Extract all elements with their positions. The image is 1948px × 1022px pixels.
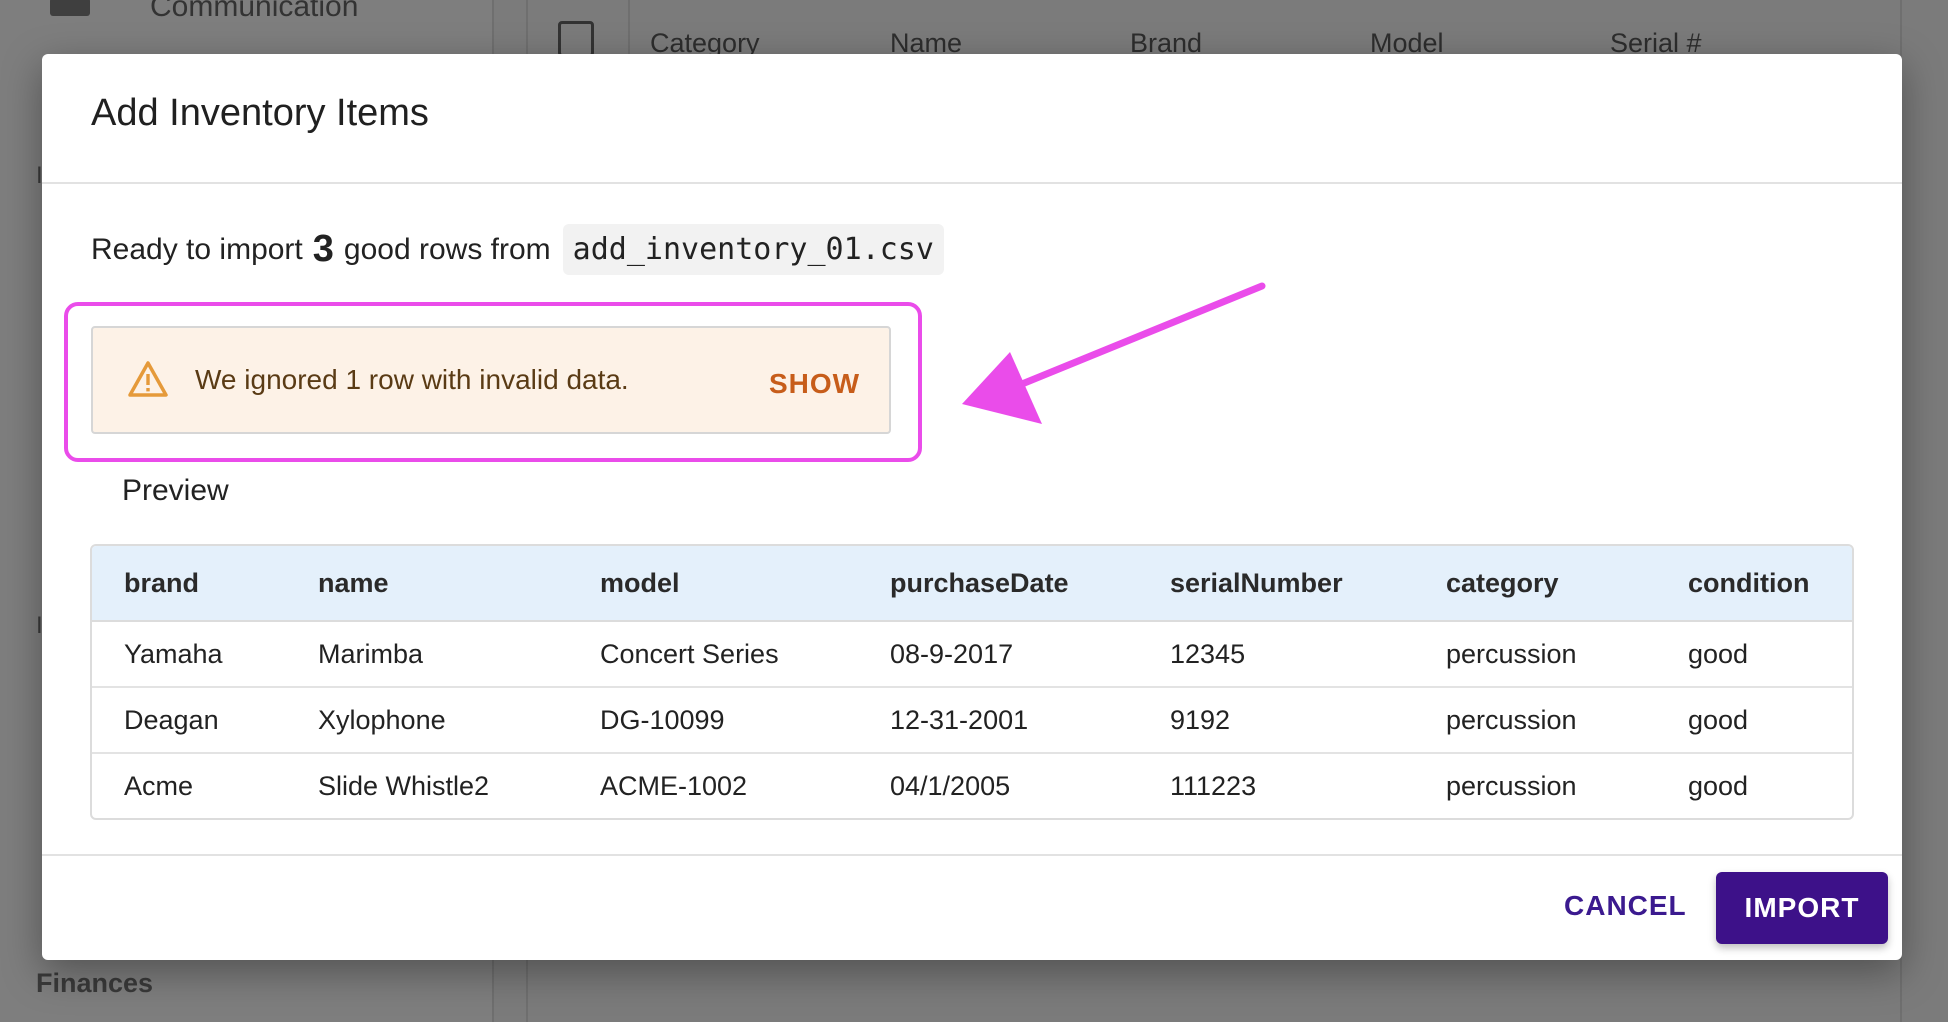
summary-prefix: Ready to import	[91, 232, 303, 266]
cell-category: percussion	[1446, 770, 1577, 801]
annotation-arrow	[962, 282, 1266, 424]
table-row: Yamaha Marimba Concert Series 08-9-2017 …	[92, 621, 1852, 688]
select-all-checkbox	[558, 21, 594, 57]
col-condition: condition	[1656, 546, 1852, 622]
cell-brand: Yamaha	[92, 621, 286, 688]
title-divider	[42, 182, 1902, 184]
communication-icon	[50, 0, 90, 16]
preview-label: Preview	[122, 474, 229, 507]
col-model: model	[568, 546, 858, 622]
cell-serial-number: 111223	[1170, 770, 1257, 801]
import-summary: Ready to import 3 good rows from add_inv…	[91, 224, 944, 275]
table-row: Deagan Xylophone DG-10099 12-31-2001 919…	[92, 687, 1852, 754]
cell-model: Concert Series	[568, 621, 858, 688]
col-purchase-date: purchaseDate	[858, 546, 1138, 622]
cell-brand: Acme	[124, 770, 194, 801]
warning-text: We ignored 1 row with invalid data.	[195, 364, 629, 395]
footer-divider	[42, 854, 1902, 856]
cell-brand: Deagan	[92, 687, 286, 754]
dialog-title: Add Inventory Items	[91, 92, 429, 134]
table-header-row: brand name model purchaseDate serialNumb…	[92, 546, 1852, 622]
cell-purchase-date: 04/1/2005	[890, 770, 1011, 801]
sidebar-item-communication: Communication	[50, 0, 358, 24]
filename-code: add_inventory_01.csv	[562, 224, 944, 275]
col-name: name	[286, 546, 568, 622]
show-invalid-rows-button[interactable]: SHOW	[769, 368, 860, 400]
cell-serial-number: 9192	[1138, 687, 1414, 754]
invalid-rows-warning: We ignored 1 row with invalid data. SHOW	[91, 326, 891, 434]
import-button[interactable]: IMPORT	[1716, 872, 1888, 944]
table-row: Acme Slide Whistle2 ACME-1002 04/1/2005 …	[92, 753, 1852, 818]
cell-purchase-date: 12-31-2001	[858, 687, 1138, 754]
header-divider	[628, 0, 630, 54]
cell-model: DG-10099	[568, 687, 858, 754]
cell-condition: good	[1688, 770, 1749, 801]
cancel-button[interactable]: CANCEL	[1564, 890, 1687, 922]
sidebar-item-finances: Finances	[36, 968, 154, 998]
cell-purchase-date: 08-9-2017	[858, 621, 1138, 688]
col-brand: brand	[92, 546, 286, 622]
cell-name: Slide Whistle2	[318, 770, 490, 801]
add-inventory-dialog: Add Inventory Items Ready to import 3 go…	[42, 54, 1902, 960]
preview-table: brand name model purchaseDate serialNumb…	[90, 544, 1854, 820]
warning-triangle-icon	[128, 361, 168, 397]
cell-condition: good	[1656, 621, 1852, 688]
cell-serial-number: 12345	[1138, 621, 1414, 688]
cell-category: percussion	[1414, 621, 1656, 688]
cell-category: percussion	[1414, 687, 1656, 754]
col-category: category	[1414, 546, 1656, 622]
col-serial-number: serialNumber	[1138, 546, 1414, 622]
cell-model: ACME-1002	[600, 770, 748, 801]
cell-name: Marimba	[286, 621, 568, 688]
cell-condition: good	[1656, 687, 1852, 754]
cell-name: Xylophone	[286, 687, 568, 754]
summary-suffix: good rows from	[343, 232, 551, 266]
good-row-count: 3	[312, 228, 334, 270]
